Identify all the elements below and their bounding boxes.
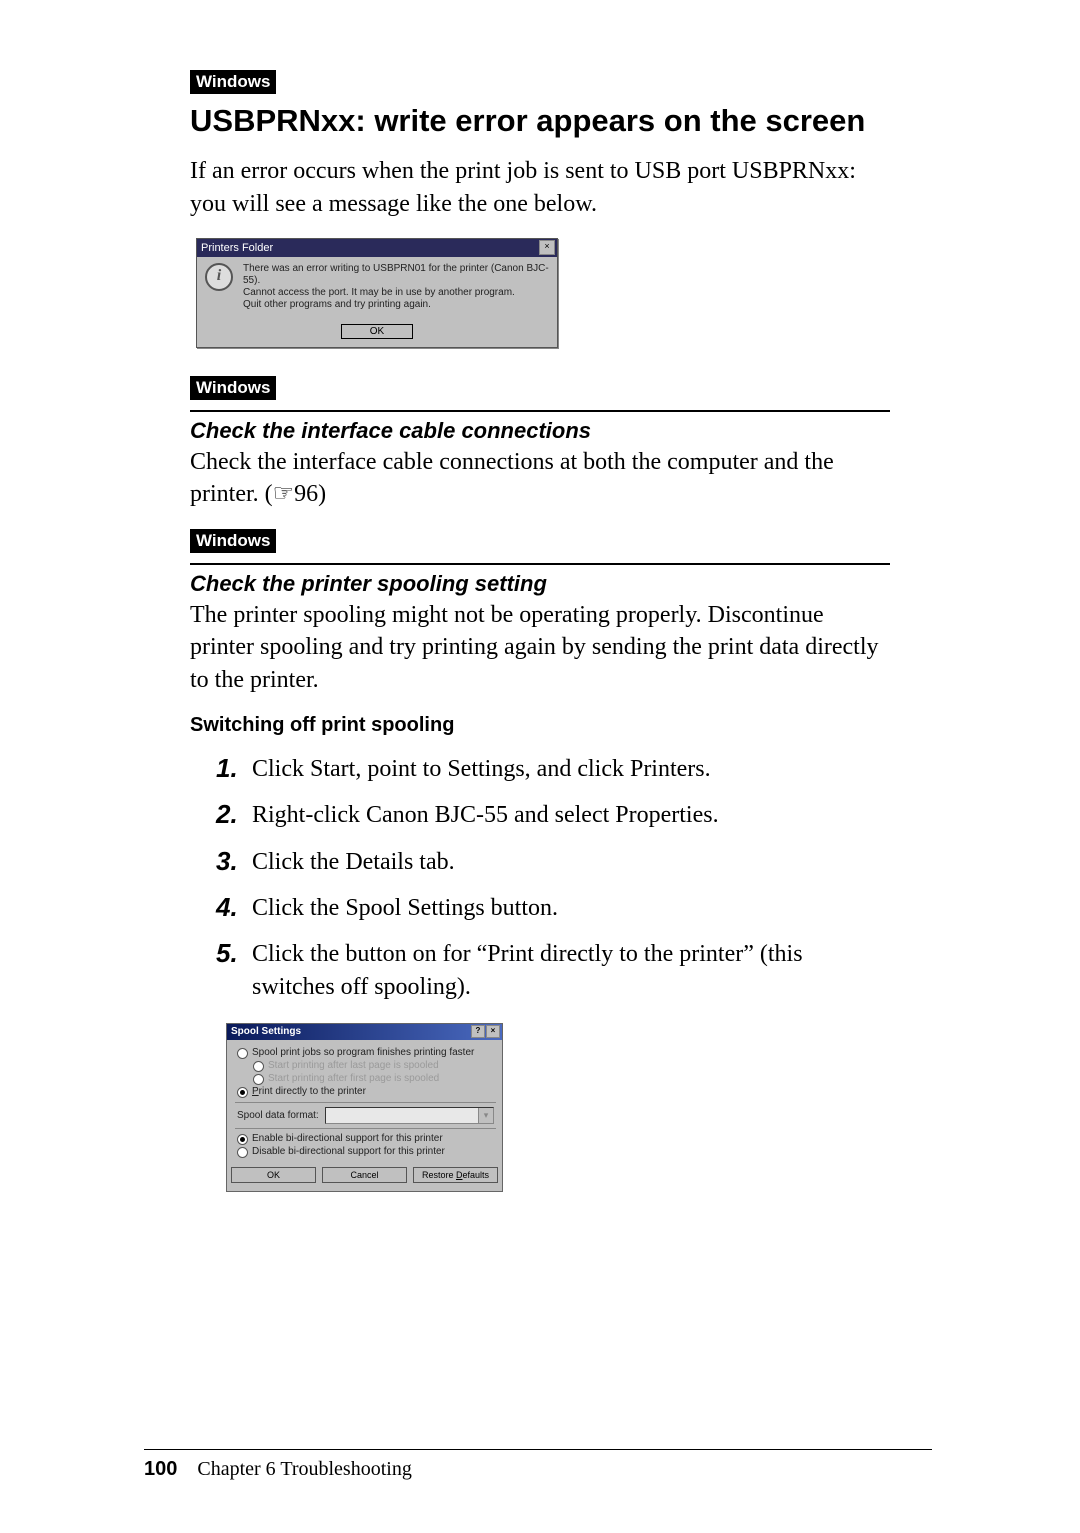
help-icon[interactable]: ? [471, 1025, 485, 1038]
intro-paragraph: If an error occurs when the print job is… [190, 155, 890, 220]
page-title: USBPRNxx: write error appears on the scr… [190, 102, 890, 139]
close-icon[interactable]: × [486, 1025, 500, 1038]
step-item: Right-click Canon BJC-55 and select Prop… [216, 799, 890, 831]
radio-icon [253, 1074, 264, 1085]
step-item: Click the Spool Settings button. [216, 892, 890, 924]
restore-defaults-button[interactable]: Restore Defaults [413, 1167, 498, 1183]
os-tag-windows: Windows [190, 376, 276, 400]
step-item: Click Start, point to Settings, and clic… [216, 753, 890, 785]
chevron-down-icon: ▾ [478, 1108, 493, 1123]
dialog-message-line3: Quit other programs and try printing aga… [243, 299, 549, 311]
radio-disable-bidi[interactable]: Disable bi-directional support for this … [237, 1146, 494, 1158]
chapter-label: Chapter 6 Troubleshooting [197, 1458, 411, 1480]
dialog-message: There was an error writing to USBPRN01 f… [243, 263, 549, 311]
radio-icon [253, 1061, 264, 1072]
radio-icon [237, 1134, 248, 1145]
radio-label: Start printing after first page is spool… [268, 1073, 439, 1084]
dialog-title: Printers Folder [201, 242, 273, 254]
close-icon[interactable]: × [539, 240, 555, 255]
spool-settings-dialog: Spool Settings ? × Spool print jobs so p… [226, 1023, 503, 1192]
spool-format-label: Spool data format: [237, 1110, 319, 1121]
radio-icon [237, 1048, 248, 1059]
section-body-spool: The printer spooling might not be operat… [190, 599, 890, 696]
radio-label: Start printing after last page is spoole… [268, 1060, 439, 1071]
dialog-titlebar: Printers Folder × [197, 239, 557, 257]
radio-spool-jobs[interactable]: Spool print jobs so program finishes pri… [237, 1047, 494, 1059]
cancel-button[interactable]: Cancel [322, 1167, 407, 1183]
dialog-message-line2: Cannot access the port. It may be in use… [243, 287, 549, 299]
step-item: Click the button on for “Print directly … [216, 938, 890, 1003]
ok-button[interactable]: OK [231, 1167, 316, 1183]
dialog-message-line1: There was an error writing to USBPRN01 f… [243, 263, 549, 287]
radio-label: Spool print jobs so program finishes pri… [252, 1047, 474, 1058]
section-heading-spool: Check the printer spooling setting [190, 571, 890, 597]
radio-enable-bidi[interactable]: Enable bi-directional support for this p… [237, 1133, 494, 1145]
page-number: 100 [144, 1458, 177, 1480]
step-item: Click the Details tab. [216, 846, 890, 878]
spool-format-dropdown[interactable]: ▾ [325, 1107, 494, 1124]
radio-label: Print directly to the printer [252, 1086, 366, 1097]
radio-after-last-page: Start printing after last page is spoole… [253, 1060, 494, 1072]
os-tag-windows: Windows [190, 70, 276, 94]
radio-icon [237, 1087, 248, 1098]
ok-button[interactable]: OK [341, 324, 413, 339]
radio-icon [237, 1147, 248, 1158]
procedure-title: Switching off print spooling [190, 714, 890, 737]
section-body-cable: Check the interface cable connections at… [190, 446, 890, 511]
page-footer: 100 Chapter 6 Troubleshooting [144, 1449, 932, 1481]
dialog-title: Spool Settings [231, 1026, 301, 1037]
section-heading-cable: Check the interface cable connections [190, 418, 890, 444]
radio-after-first-page: Start printing after first page is spool… [253, 1073, 494, 1085]
printers-folder-dialog: Printers Folder × i There was an error w… [196, 238, 558, 348]
steps-list: Click Start, point to Settings, and clic… [216, 753, 890, 1003]
dialog-titlebar: Spool Settings ? × [227, 1024, 502, 1040]
radio-print-directly[interactable]: Print directly to the printer [237, 1086, 494, 1098]
information-icon: i [205, 263, 233, 291]
radio-label: Enable bi-directional support for this p… [252, 1133, 443, 1144]
radio-label: Disable bi-directional support for this … [252, 1146, 445, 1157]
os-tag-windows: Windows [190, 529, 276, 553]
